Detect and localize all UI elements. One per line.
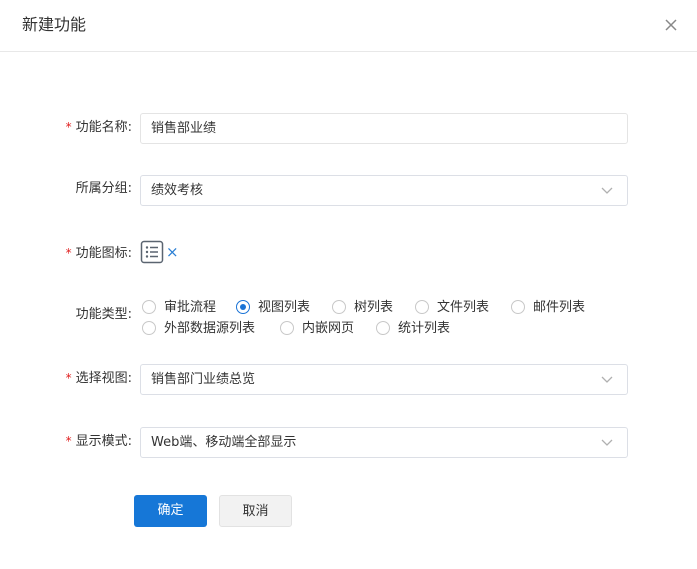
view-select[interactable]: 销售部门业绩总览 xyxy=(140,364,628,395)
radio-label: 树列表 xyxy=(354,300,394,315)
icon-label: * 功能图标: xyxy=(65,246,132,261)
radio-dot xyxy=(236,300,250,314)
form-row-icon: * 功能图标: × xyxy=(0,240,697,264)
chevron-down-icon xyxy=(601,187,613,194)
dialog-header: 新建功能 xyxy=(0,0,697,52)
radio-label: 文件列表 xyxy=(437,300,490,315)
view-label: * 选择视图: xyxy=(65,371,132,386)
dialog-title: 新建功能 xyxy=(22,15,87,34)
radio-dot xyxy=(142,321,156,335)
form-row-mode: * 显示模式: Web端、移动端全部显示 xyxy=(0,427,697,458)
confirm-button[interactable]: 确定 xyxy=(134,495,207,527)
chevron-down-icon xyxy=(601,439,613,446)
name-label: * 功能名称: xyxy=(65,120,132,135)
required-mark: * xyxy=(65,434,72,448)
list-icon[interactable] xyxy=(140,240,164,264)
function-name-input[interactable]: 销售部业绩 xyxy=(140,113,628,144)
radio-dot xyxy=(280,321,294,335)
radio-label: 邮件列表 xyxy=(533,300,586,315)
group-select-value: 绩效考核 xyxy=(151,183,204,198)
radio-dot xyxy=(376,321,390,335)
required-mark: * xyxy=(65,120,72,134)
radio-label: 审批流程 xyxy=(164,300,217,315)
close-icon[interactable] xyxy=(662,16,680,34)
group-select[interactable]: 绩效考核 xyxy=(140,175,628,206)
display-mode-select-value: Web端、移动端全部显示 xyxy=(151,435,297,450)
remove-icon[interactable]: × xyxy=(166,243,179,261)
radio-label: 内嵌网页 xyxy=(302,321,355,336)
radio-dot xyxy=(511,300,525,314)
group-label: 所属分组: xyxy=(75,181,132,196)
required-mark: * xyxy=(65,371,72,385)
view-select-value: 销售部门业绩总览 xyxy=(151,372,256,387)
radio-dot xyxy=(332,300,346,314)
radio-label: 视图列表 xyxy=(258,300,311,315)
radio-dot xyxy=(142,300,156,314)
radio-dot xyxy=(415,300,429,314)
form-row-group: 所属分组: 绩效考核 xyxy=(0,175,697,206)
display-mode-select[interactable]: Web端、移动端全部显示 xyxy=(140,427,628,458)
type-label: 功能类型: xyxy=(75,307,132,322)
mode-label: * 显示模式: xyxy=(65,434,132,449)
form-row-type: 功能类型: 审批流程 视图列表 树列表 文件列表 邮件列表 外部数据源列表 内嵌… xyxy=(0,298,697,338)
form-row-name: * 功能名称: 销售部业绩 xyxy=(0,113,697,144)
radio-label: 统计列表 xyxy=(398,321,451,336)
radio-label: 外部数据源列表 xyxy=(164,321,256,336)
form-row-view: * 选择视图: 销售部门业绩总览 xyxy=(0,364,697,395)
chevron-down-icon xyxy=(601,376,613,383)
cancel-button[interactable]: 取消 xyxy=(219,495,292,527)
required-mark: * xyxy=(65,246,72,260)
